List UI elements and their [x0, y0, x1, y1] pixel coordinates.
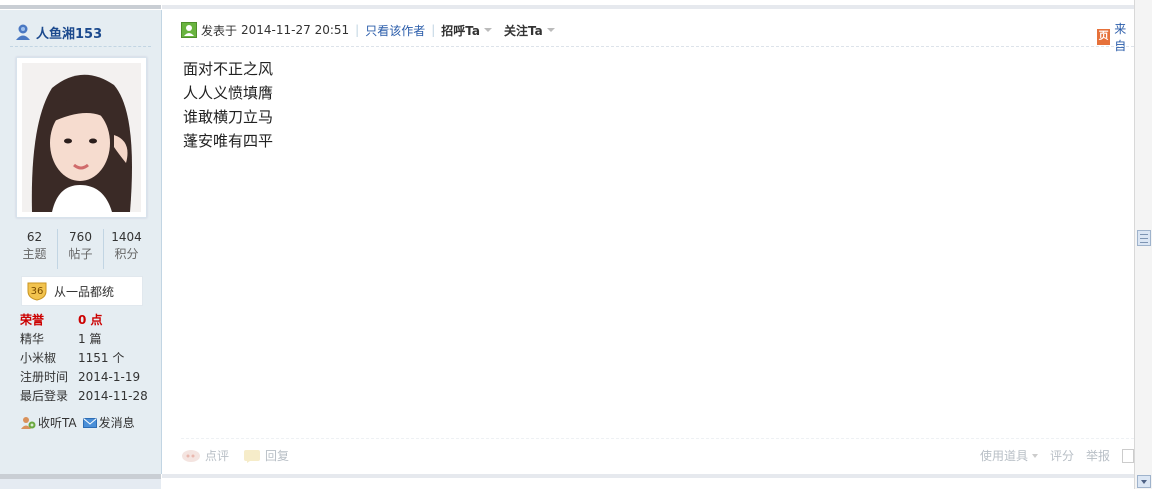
info-label: 最后登录 [20, 389, 69, 403]
use-tools-dropdown[interactable]: 使用道具 [980, 447, 1038, 464]
comment-button[interactable]: 点评 [181, 447, 229, 464]
stat-label: 积分 [114, 247, 139, 261]
rank-title: 从一品都统 [54, 284, 115, 299]
user-online-icon [16, 24, 30, 40]
post-content: 面对不正之风 人人义愤填膺 谁敢横刀立马 蓬安唯有四平 [183, 57, 273, 153]
post-line: 谁敢横刀立马 [183, 108, 274, 126]
author-info: 荣誉 0 点 精华 1 篇 小米椒 1151 个 注册时间 2014-1-19 … [20, 311, 155, 406]
author-actions: 收听TA 发消息 [20, 414, 141, 431]
info-value: 0 点 [78, 313, 103, 327]
info-honor: 荣誉 0 点 [20, 311, 155, 330]
follow-dropdown[interactable]: 关注Ta [504, 22, 555, 39]
post-timestamp: 2014-11-27 20:51 [241, 23, 350, 37]
rank-shield-icon: 36 [27, 282, 47, 301]
follow-author-button[interactable]: 收听TA [20, 414, 77, 431]
post-body: 发表于 2014-11-27 20:51 | 只看该作者 | 招呼Ta 关注Ta… [162, 10, 1134, 474]
info-register: 注册时间 2014-1-19 [20, 368, 155, 387]
post-meta: 发表于 2014-11-27 20:51 | 只看该作者 | 招呼Ta 关注Ta [181, 21, 567, 39]
rate-button[interactable]: 评分 [1050, 447, 1074, 464]
info-value: 1151 个 [78, 351, 125, 365]
separator: | [355, 23, 360, 37]
scrollbar-thumb[interactable] [1137, 230, 1151, 246]
stat-label: 主题 [22, 247, 47, 261]
stat-value: 760 [69, 230, 92, 244]
post-footer: 点评 回复 使用道具 评分 举报 [181, 447, 1134, 467]
info-value: 2014-1-19 [78, 370, 141, 384]
reply-icon [244, 449, 261, 463]
avatar[interactable] [16, 57, 147, 218]
avatar-image [22, 63, 141, 212]
info-value: 1 篇 [78, 332, 102, 346]
follow-label: 关注Ta [504, 23, 543, 38]
info-label: 荣誉 [20, 313, 45, 327]
info-digest: 精华 1 篇 [20, 330, 155, 349]
info-currency: 小米椒 1151 个 [20, 349, 155, 368]
post-footer-left: 点评 回复 [181, 447, 303, 464]
source-app-icon: 页 [1097, 29, 1111, 45]
post-line: 蓬安唯有四平 [183, 132, 274, 150]
info-value: 2014-11-28 [78, 389, 148, 403]
author-name-row[interactable]: 人鱼湘153 [14, 21, 102, 43]
stat-label: 帖子 [68, 247, 93, 261]
stat-posts[interactable]: 760 帖子 [57, 229, 103, 269]
greet-label: 招呼Ta [441, 23, 481, 38]
stat-points[interactable]: 1404 积分 [103, 229, 149, 269]
vertical-scrollbar[interactable] [1134, 0, 1152, 489]
chevron-down-icon [1031, 453, 1038, 458]
info-label: 精华 [20, 332, 45, 346]
scroll-down-arrow[interactable] [1137, 475, 1151, 488]
stat-value: 1404 [111, 230, 142, 244]
chevron-down-icon [546, 28, 555, 32]
posted-label: 发表于 [201, 23, 238, 38]
author-name[interactable]: 人鱼湘153 [36, 23, 102, 42]
source-label: 来自 [1114, 22, 1127, 53]
report-label: 举报 [1085, 449, 1110, 463]
tools-label: 使用道具 [979, 449, 1028, 463]
rank-badge: 36 从一品都统 [21, 276, 143, 306]
reply-button[interactable]: 回复 [243, 447, 289, 464]
info-label: 小米椒 [20, 351, 57, 365]
info-last-login: 最后登录 2014-11-28 [20, 387, 155, 406]
author-stats: 62 主题 760 帖子 1404 积分 [12, 229, 149, 269]
top-band [0, 0, 1134, 10]
message-label: 发消息 [98, 416, 135, 430]
post-footer-right: 使用道具 评分 举报 [968, 447, 1134, 464]
greet-dropdown[interactable]: 招呼Ta [441, 22, 493, 39]
bottom-band [0, 474, 1134, 489]
post-line: 面对不正之风 [183, 60, 274, 78]
report-button[interactable]: 举报 [1086, 447, 1110, 464]
stat-value: 62 [26, 230, 43, 244]
post-source[interactable]: 页 来自 [1097, 20, 1134, 54]
follow-user-icon [21, 416, 36, 429]
online-status-icon [181, 22, 197, 38]
reply-label: 回复 [265, 449, 290, 463]
divider [10, 46, 151, 47]
only-author-link[interactable]: 只看该作者 [365, 22, 425, 39]
comment-label: 点评 [205, 449, 230, 463]
send-message-button[interactable]: 发消息 [82, 414, 135, 431]
post-line: 人人义愤填膺 [183, 84, 274, 102]
comment-icon [182, 449, 200, 462]
separator: | [431, 23, 436, 37]
rate-label: 评分 [1049, 449, 1074, 463]
divider [181, 46, 1134, 47]
rank-level: 36 [31, 286, 44, 297]
follow-label: 收听TA [38, 416, 77, 430]
author-sidebar: 人鱼湘153 62 主题 760 帖子 1404 积分 36 从一品都统 荣誉 … [0, 10, 162, 474]
chevron-down-icon [484, 28, 493, 32]
stat-topics[interactable]: 62 主题 [12, 229, 57, 269]
info-label: 注册时间 [20, 370, 69, 384]
checkbox[interactable] [1122, 448, 1134, 463]
divider [181, 438, 1134, 439]
envelope-icon [82, 417, 97, 428]
